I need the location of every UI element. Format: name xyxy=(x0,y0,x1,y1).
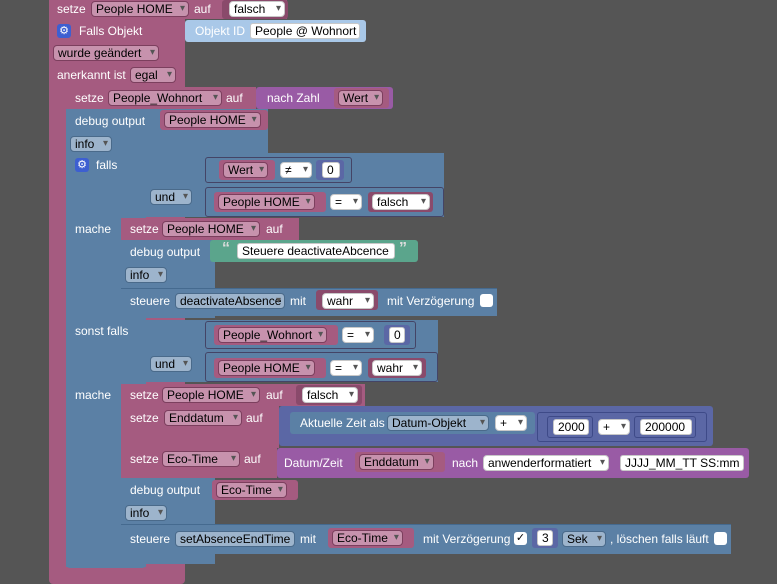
then-mit-verz-label: mit Verzögerung xyxy=(387,294,475,308)
cond2-val-dropdown[interactable]: falsch xyxy=(372,194,430,210)
elif-cond2-op-dropdown[interactable]: = xyxy=(330,360,362,376)
math-plus-dropdown-1[interactable]: + xyxy=(495,415,527,431)
top-setze-label: setze xyxy=(57,2,86,16)
then-mit-label: mit xyxy=(290,294,306,308)
mache-label-1: mache xyxy=(75,222,112,236)
cond2-var-dropdown[interactable]: People HOME xyxy=(218,194,315,210)
elif-steuere-target-dropdown[interactable]: setAbsenceEndTime xyxy=(175,531,295,547)
elif-debug-var-dropdown[interactable]: Eco-Time xyxy=(216,482,287,498)
top-auf-label: auf xyxy=(194,2,211,16)
enddatum-var-dropdown[interactable]: Enddatum xyxy=(359,454,434,470)
wert-var-block[interactable]: Wert xyxy=(334,88,389,108)
debug-var-block-1[interactable]: People HOME xyxy=(160,110,268,130)
then-steuere-target-dropdown[interactable]: deactivateAbsence xyxy=(175,293,285,309)
set-wohnort-label: setze xyxy=(75,91,104,105)
falls-objekt-label: Falls Objekt xyxy=(79,24,143,38)
then-set-auf-label: auf xyxy=(266,222,283,236)
math-plus-dropdown-2[interactable]: + xyxy=(598,419,630,435)
objekt-id-field[interactable]: People @ Wohnort xyxy=(250,23,360,39)
then-set-var-dropdown[interactable]: People HOME xyxy=(162,221,260,237)
elif-cond1-var-dropdown[interactable]: People_Wohnort xyxy=(218,327,328,343)
elif-steuere-label: steuere xyxy=(130,532,171,546)
gear-icon[interactable]: ⚙ xyxy=(57,24,71,38)
debug-var-dropdown-1[interactable]: People HOME xyxy=(164,112,261,128)
then-debug-label: debug output xyxy=(130,245,201,259)
und-dropdown-2[interactable]: und xyxy=(150,356,192,372)
elif-debug-var-block[interactable]: Eco-Time xyxy=(212,480,298,500)
anerkannt-ist-label: anerkannt ist xyxy=(57,68,126,82)
elif-set2-label: setze xyxy=(130,411,159,425)
set-wohnort-auf-label: auf xyxy=(226,91,243,105)
gear-icon[interactable]: ⚙ xyxy=(75,158,89,172)
enddatum-var-block[interactable]: Enddatum xyxy=(355,452,445,472)
set-wohnort-var-dropdown[interactable]: People_Wohnort xyxy=(108,90,222,106)
und-dropdown-1[interactable]: und xyxy=(150,189,192,205)
if-bottom-cap xyxy=(66,556,146,568)
cond1-var-dropdown[interactable]: Wert xyxy=(223,162,269,178)
loeschen-label: , löschen falls läuft xyxy=(610,532,709,546)
elif-set3-label: setze xyxy=(130,452,159,466)
objekt-id-label: Objekt ID xyxy=(195,24,246,38)
loeschen-checkbox[interactable] xyxy=(714,532,727,545)
elif-mit-label: mit xyxy=(300,532,316,546)
elif-set1-auf-label: auf xyxy=(266,388,283,402)
elif-set2-var-dropdown[interactable]: Enddatum xyxy=(164,410,242,426)
then-delay-checkbox[interactable] xyxy=(480,294,493,307)
wurde-geaendert-dropdown[interactable]: wurde geändert xyxy=(53,45,159,61)
elif-cond1-num-field[interactable]: 0 xyxy=(389,327,405,343)
nach-label: nach xyxy=(452,456,479,470)
then-value-dropdown[interactable]: wahr xyxy=(322,293,374,309)
elif-debug-label: debug output xyxy=(130,483,201,497)
delay-unit-dropdown[interactable]: Sek xyxy=(562,531,606,547)
datum-zeit-label: Datum/Zeit xyxy=(284,456,343,470)
falls-label: falls xyxy=(96,158,118,172)
elif-set1-var-dropdown[interactable]: People HOME xyxy=(162,387,260,403)
cond1-var-block[interactable]: Wert xyxy=(219,160,275,180)
cond1-op-dropdown[interactable]: ≠ xyxy=(280,162,312,178)
format-string-field[interactable]: JJJJ_MM_TT SS:mm xyxy=(620,455,744,471)
debug-level-dropdown-1[interactable]: info xyxy=(70,136,112,152)
elif-set2-auf-label: auf xyxy=(246,411,263,425)
then-debug-level-dropdown[interactable]: info xyxy=(125,267,167,283)
sonst-falls-label: sonst falls xyxy=(75,324,129,338)
elif-set3-auf-label: auf xyxy=(244,452,261,466)
cond2-op-dropdown[interactable]: = xyxy=(330,194,362,210)
elif-debug-level-dropdown[interactable]: info xyxy=(125,505,167,521)
aktuelle-zeit-label: Aktuelle Zeit als xyxy=(300,416,385,430)
elif-set1-label: setze xyxy=(130,388,159,402)
elif-cond2-val-dropdown[interactable]: wahr xyxy=(372,360,422,376)
elif-steuere-var-block[interactable]: Eco-Time xyxy=(328,528,414,548)
num2-field[interactable]: 200000 xyxy=(640,419,692,435)
elif-steuere-var-dropdown[interactable]: Eco-Time xyxy=(332,530,403,546)
elif-cond1-op-dropdown[interactable]: = xyxy=(342,327,374,343)
mache-label-2: mache xyxy=(75,388,112,402)
then-set-label: setze xyxy=(130,222,159,236)
debug-label-1: debug output xyxy=(75,114,146,128)
format-mode-dropdown[interactable]: anwenderformatiert xyxy=(483,455,609,471)
elif-set1-val-dropdown[interactable]: falsch xyxy=(302,387,358,403)
top-var-dropdown[interactable]: People HOME xyxy=(91,1,189,17)
then-debug-text-field[interactable]: Steuere deactivateAbcence xyxy=(237,243,395,259)
wert-var-dropdown[interactable]: Wert xyxy=(338,90,384,106)
anerkannt-dropdown[interactable]: egal xyxy=(130,67,176,83)
datum-objekt-dropdown[interactable]: Datum-Objekt xyxy=(387,415,489,431)
top-value-dropdown[interactable]: falsch xyxy=(229,1,285,17)
quote-close-icon: ” xyxy=(399,240,407,257)
elif-cond2-var-dropdown[interactable]: People HOME xyxy=(218,360,315,376)
elif-delay-checkbox[interactable]: ✓ xyxy=(514,532,527,545)
elif-set3-var-dropdown[interactable]: Eco-Time xyxy=(162,451,240,467)
then-steuere-label: steuere xyxy=(130,294,171,308)
cond2-var-block[interactable]: People HOME xyxy=(214,192,326,212)
elif-cond2-var-block[interactable]: People HOME xyxy=(214,358,326,378)
nach-zahl-label: nach Zahl xyxy=(267,91,320,105)
elif-cond1-var-block[interactable]: People_Wohnort xyxy=(214,325,338,345)
delay-num-field[interactable]: 3 xyxy=(537,530,553,546)
cond1-num-field[interactable]: 0 xyxy=(322,162,340,178)
num1-field[interactable]: 2000 xyxy=(553,419,589,435)
quote-open-icon: “ xyxy=(222,240,230,257)
elif-mit-verz-label: mit Verzögerung xyxy=(423,532,511,546)
